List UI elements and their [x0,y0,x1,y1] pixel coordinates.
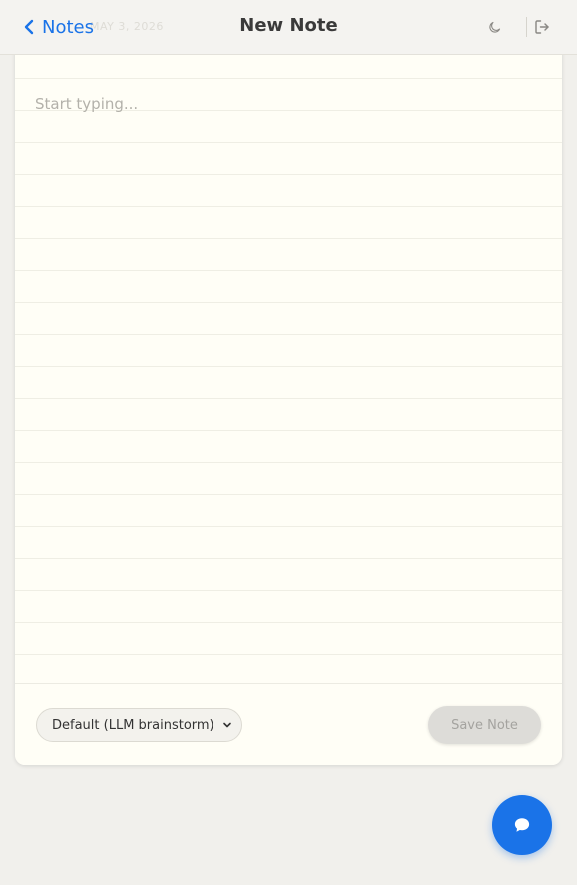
header-divider [526,17,527,37]
back-link-label: Notes [42,16,94,38]
app-header: MAY 3, 2026 Notes New Note [0,0,577,55]
mode-select[interactable]: Default (LLM brainstorm) [36,708,242,742]
save-note-button[interactable]: Save Note [428,706,541,744]
mode-select-wrapper: Default (LLM brainstorm) [36,708,242,742]
chat-bubble-icon [514,818,530,832]
logout-icon [535,20,549,34]
moon-icon [488,21,500,33]
back-to-notes-link[interactable]: Notes [22,14,94,40]
logout-button[interactable] [530,15,554,39]
app-root: MAY 3, 2026 Notes New Note Start typing.… [0,0,577,885]
note-editor-card: Default (LLM brainstorm) Save Note [15,40,562,765]
editor-footer: Default (LLM brainstorm) Save Note [15,683,562,765]
theme-toggle-button[interactable] [482,15,506,39]
note-body-input[interactable] [15,80,562,682]
chevron-left-icon [24,19,34,35]
note-date: MAY 3, 2026 [90,20,164,33]
chat-fab-button[interactable] [492,795,552,855]
